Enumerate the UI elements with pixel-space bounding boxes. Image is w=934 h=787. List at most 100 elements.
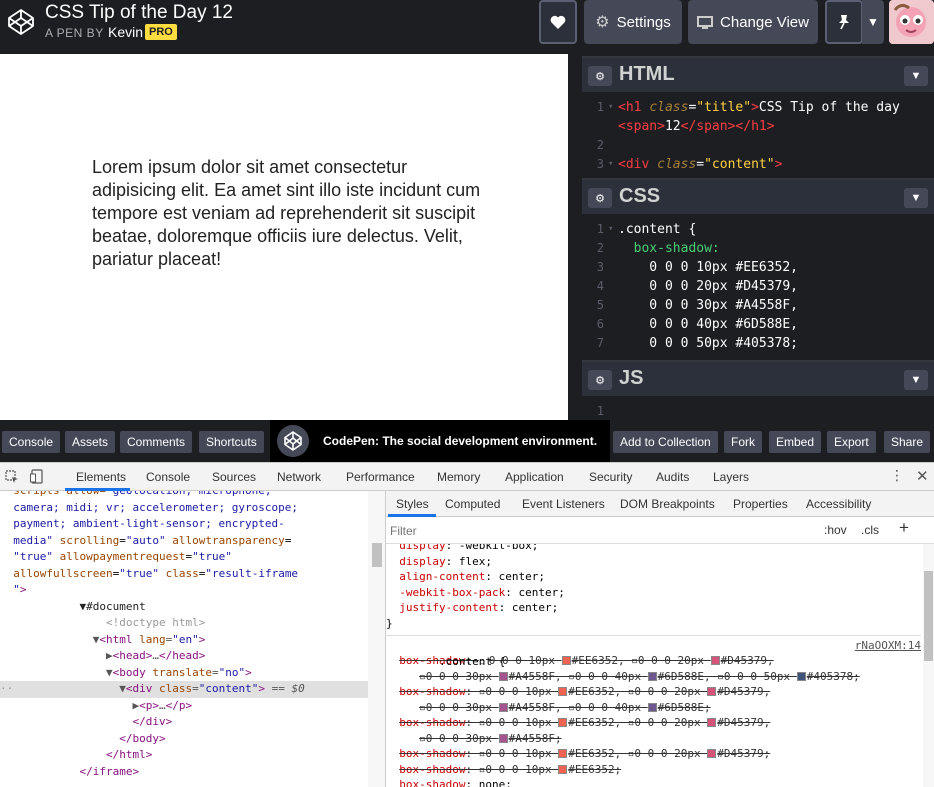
style-declaration[interactable]: -webkit-box-pack: center; xyxy=(386,585,921,601)
dom-tree[interactable]: scripts allow="geolocation; microphone; … xyxy=(0,491,368,787)
style-declaration[interactable]: display: flex; xyxy=(386,554,921,570)
dom-node-line[interactable]: allowfullscreen="true" class="result-ifr… xyxy=(0,566,368,583)
color-swatch[interactable] xyxy=(647,671,657,681)
tab-memory[interactable]: Memory xyxy=(437,470,480,484)
avatar[interactable] xyxy=(889,0,934,44)
style-declaration[interactable]: box-shadow: ▫0 0 0 10px #EE6352, ▫0 0 0 … xyxy=(386,684,921,700)
dom-node-line[interactable]: "> xyxy=(0,582,368,599)
heart-button[interactable] xyxy=(539,0,577,44)
style-declaration[interactable]: box-shadow: ▫0 0 0 10px #EE6352; xyxy=(386,762,921,778)
html-chevron-down-icon[interactable]: ▼ xyxy=(904,66,928,86)
pen-author-link[interactable]: Kevin xyxy=(108,24,143,40)
dom-node-line[interactable]: payment; ambient-light-sensor; encrypted… xyxy=(0,516,368,533)
fold-arrow-icon[interactable]: ▾ xyxy=(608,155,618,174)
color-swatch[interactable] xyxy=(647,702,657,712)
tab-computed[interactable]: Computed xyxy=(445,497,500,511)
dom-node-line[interactable]: ▼<body translate="no"> xyxy=(0,665,368,682)
dom-node-line[interactable]: media" scrolling="auto" allowtransparenc… xyxy=(0,533,368,550)
dom-node-line[interactable]: scripts allow="geolocation; microphone; xyxy=(0,491,368,500)
style-declaration[interactable]: } xyxy=(386,616,921,632)
rule-source-link[interactable]: rNaOOXM:14 xyxy=(855,638,921,654)
style-declaration[interactable]: box-shadow: ▫0 0 0 10px #EE6352, ▫0 0 0 … xyxy=(386,715,921,731)
fold-arrow-icon[interactable]: ▾ xyxy=(608,220,618,239)
tab-console[interactable]: Console xyxy=(146,470,190,484)
color-swatch[interactable] xyxy=(710,656,720,665)
js-chevron-down-icon[interactable]: ▼ xyxy=(904,370,928,390)
tab-dom-breakpoints[interactable]: DOM Breakpoints xyxy=(620,497,715,511)
dom-node-line[interactable]: ▶<head>…</head> xyxy=(0,648,368,665)
pen-title[interactable]: CSS Tip of the Day 12 xyxy=(45,2,233,24)
dom-node-line[interactable]: </html> xyxy=(0,747,368,764)
more-options-icon[interactable]: ⋮ xyxy=(890,467,904,484)
export-button[interactable]: Export xyxy=(827,431,876,453)
styles-scrollbar-thumb[interactable] xyxy=(924,571,933,661)
close-icon[interactable]: ✕ xyxy=(916,467,929,485)
add-rule-plus-icon[interactable]: + xyxy=(899,518,909,538)
dom-scrollbar[interactable] xyxy=(368,491,386,787)
share-button[interactable]: Share xyxy=(884,431,931,453)
html-settings-gear-icon[interactable]: ⚙ xyxy=(588,66,612,86)
fold-arrow-icon[interactable]: ▾ xyxy=(608,98,618,117)
color-swatch[interactable] xyxy=(498,702,508,712)
html-code[interactable]: 1 ▾ <h1 class="title">CSS Tip of the day <… xyxy=(582,92,934,174)
user-menu-chevron-down-icon[interactable]: ▼ xyxy=(862,0,884,44)
shortcuts-button[interactable]: Shortcuts xyxy=(199,431,264,453)
css-code[interactable]: 1 ▾ .content { 2 box-shadow: 3 0 0 0 10px … xyxy=(582,214,934,353)
dom-node-line[interactable]: </div> xyxy=(0,714,368,731)
tab-elements[interactable]: Elements xyxy=(76,470,126,484)
device-toolbar-icon[interactable] xyxy=(30,469,44,484)
selected-dom-node[interactable]: ·· ▼<div class="content"> == $0 xyxy=(0,681,368,698)
tab-event-listeners[interactable]: Event Listeners xyxy=(522,497,605,511)
cls-toggle[interactable]: .cls xyxy=(861,523,879,537)
tab-security[interactable]: Security xyxy=(589,470,632,484)
console-button[interactable]: Console xyxy=(2,431,61,453)
settings-button[interactable]: ⚙ Settings xyxy=(584,0,682,44)
promo-banner[interactable]: CodePen: The social development environm… xyxy=(270,420,610,462)
color-swatch[interactable] xyxy=(707,687,717,696)
styles-rules[interactable]: display: -webkit-box; display: flex; ali… xyxy=(386,544,921,787)
dom-node-line[interactable]: </body> xyxy=(0,731,368,748)
codepen-logo-icon[interactable] xyxy=(6,7,36,37)
dom-node-line[interactable]: ▶<p>…</p> xyxy=(0,698,368,715)
style-declaration[interactable]: box-shadow: ▫0 0 0 10px #EE6352, ▫0 0 0 … xyxy=(386,746,921,762)
comments-button[interactable]: Comments xyxy=(120,431,193,453)
tab-performance[interactable]: Performance xyxy=(346,470,415,484)
color-swatch[interactable] xyxy=(498,671,508,681)
tab-styles[interactable]: Styles xyxy=(396,497,429,511)
dom-node-line[interactable]: ▼<html lang="en"> xyxy=(0,632,368,649)
color-swatch[interactable] xyxy=(707,749,717,758)
color-swatch[interactable] xyxy=(707,718,717,727)
hov-toggle[interactable]: :hov xyxy=(824,523,847,537)
tab-sources[interactable]: Sources xyxy=(212,470,256,484)
color-swatch[interactable] xyxy=(558,764,568,774)
tab-accessibility[interactable]: Accessibility xyxy=(806,497,871,511)
css-chevron-down-icon[interactable]: ▼ xyxy=(904,188,928,208)
color-swatch[interactable] xyxy=(558,749,568,758)
style-declaration[interactable]: .content { rNaOOXM:14 xyxy=(386,635,921,668)
css-settings-gear-icon[interactable]: ⚙ xyxy=(588,188,612,208)
tab-network[interactable]: Network xyxy=(277,470,321,484)
styles-filter-input[interactable] xyxy=(390,521,815,540)
js-code[interactable]: 1 xyxy=(582,396,934,421)
pin-button[interactable] xyxy=(825,0,863,44)
dom-node-line[interactable]: ▼#document xyxy=(0,599,368,616)
style-declaration[interactable]: ▫0 0 0 30px #A4558F, ▫0 0 0 40px #6D588E… xyxy=(386,669,921,685)
tab-application[interactable]: Application xyxy=(505,470,564,484)
tab-layers[interactable]: Layers xyxy=(713,470,749,484)
fork-button[interactable]: Fork xyxy=(724,431,762,453)
color-swatch[interactable] xyxy=(561,656,571,665)
js-settings-gear-icon[interactable]: ⚙ xyxy=(588,370,612,390)
embed-button[interactable]: Embed xyxy=(769,431,822,453)
dom-scrollbar-thumb[interactable] xyxy=(372,543,382,567)
color-swatch[interactable] xyxy=(796,671,806,681)
inspect-element-icon[interactable] xyxy=(5,470,19,484)
color-swatch[interactable] xyxy=(558,718,568,727)
assets-button[interactable]: Assets xyxy=(65,431,116,453)
tab-properties[interactable]: Properties xyxy=(733,497,788,511)
style-declaration[interactable]: ▫0 0 0 30px #A4558F; xyxy=(386,731,921,747)
tab-audits[interactable]: Audits xyxy=(656,470,689,484)
color-swatch[interactable] xyxy=(558,687,568,696)
dom-node-line[interactable]: </iframe> xyxy=(0,764,368,781)
add-to-collection-button[interactable]: Add to Collection xyxy=(613,431,718,453)
change-view-button[interactable]: Change View xyxy=(688,0,818,44)
